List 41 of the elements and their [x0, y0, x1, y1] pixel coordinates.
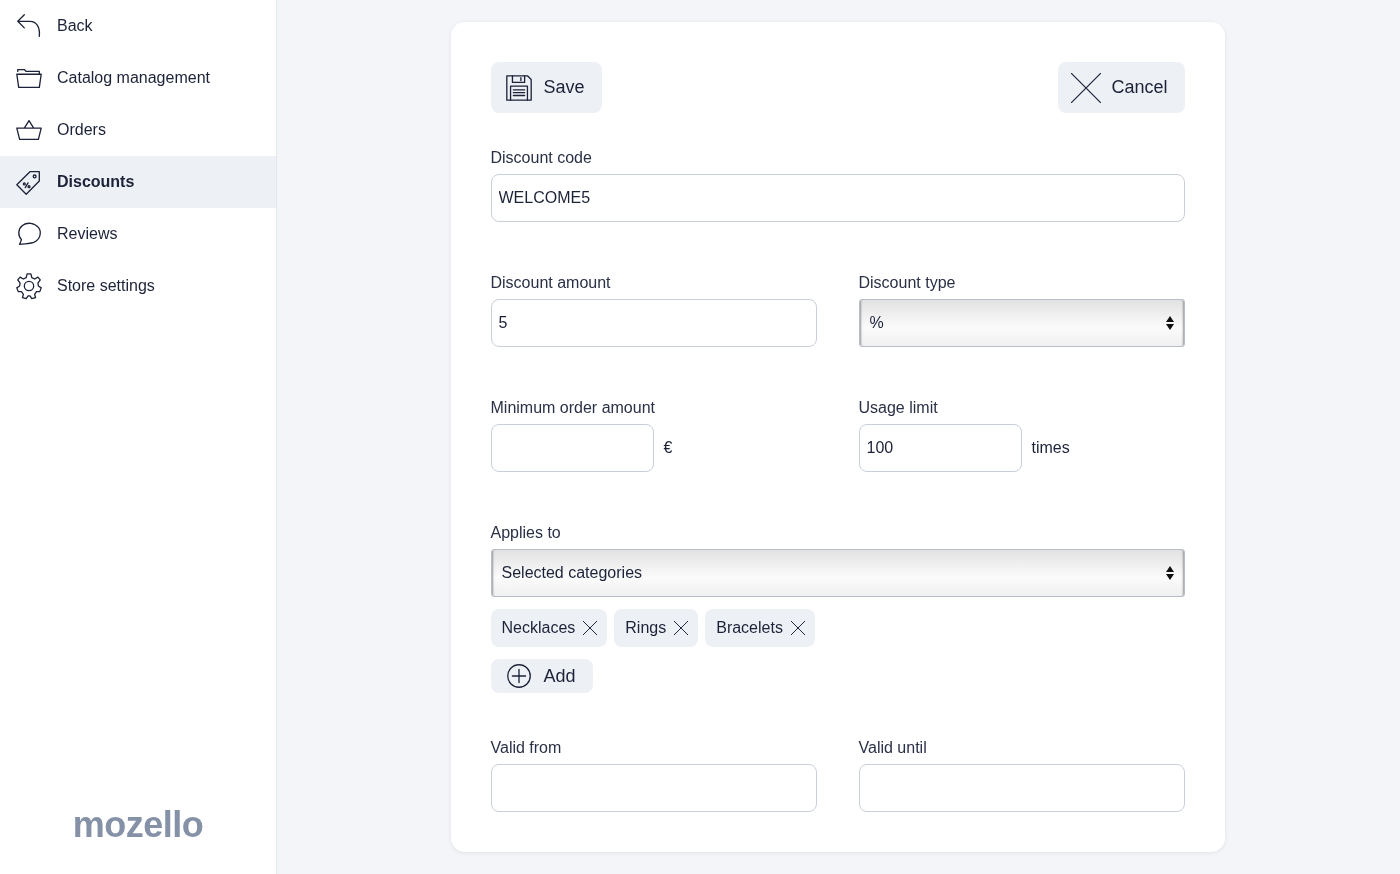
remove-tag-button[interactable] — [674, 621, 689, 635]
sidebar-item[interactable]: Back — [0, 0, 276, 52]
close-icon — [674, 621, 689, 635]
sidebar-item[interactable]: Reviews — [0, 208, 276, 260]
minimum-order-input[interactable] — [490, 424, 654, 472]
sidebar-item[interactable]: Catalog management — [0, 52, 276, 104]
sidebar-item[interactable]: Store settings — [0, 260, 276, 312]
remove-tag-button[interactable] — [790, 621, 805, 635]
tag-label: Bracelets — [716, 619, 783, 637]
applies-to-select[interactable]: Selected categories — [490, 549, 1185, 597]
sidebar-item[interactable]: Orders — [0, 104, 276, 156]
logo: mozello — [72, 804, 204, 846]
field-label: Minimum order amount — [490, 399, 656, 417]
field-label: Applies to — [490, 524, 562, 542]
close-icon — [790, 621, 805, 635]
valid-until-input[interactable] — [858, 764, 1185, 812]
discount-type-select[interactable]: % — [858, 299, 1185, 347]
tag-label: Necklaces — [501, 619, 576, 637]
save-button[interactable]: Save — [490, 62, 602, 113]
add-button[interactable]: Add — [490, 659, 593, 693]
tag-label: Rings — [625, 619, 667, 637]
close-icon — [583, 621, 598, 635]
updown-arrows-icon — [1165, 566, 1174, 580]
sidebar-item[interactable]: Discounts — [0, 156, 276, 208]
close-icon — [1071, 72, 1102, 103]
field-label: Usage limit — [858, 399, 939, 417]
remove-tag-button[interactable] — [583, 621, 598, 635]
field-label: Discount amount — [490, 274, 612, 292]
discount-amount-input[interactable]: 5 — [490, 299, 817, 347]
unit-label: € — [663, 439, 673, 457]
field-label: Discount type — [858, 274, 957, 292]
field-label: Discount code — [490, 149, 593, 167]
gear-icon — [14, 271, 44, 301]
discount-code-input[interactable]: WELCOME5 — [490, 174, 1185, 222]
field-label: Valid from — [490, 739, 563, 757]
usage-limit-input[interactable]: 100 — [858, 424, 1022, 472]
updown-arrows-icon — [1165, 316, 1174, 330]
cancel-button[interactable]: Cancel — [1058, 62, 1185, 113]
valid-from-input[interactable] — [490, 764, 817, 812]
field-label: Valid until — [858, 739, 928, 757]
unit-label: times — [1031, 439, 1070, 457]
